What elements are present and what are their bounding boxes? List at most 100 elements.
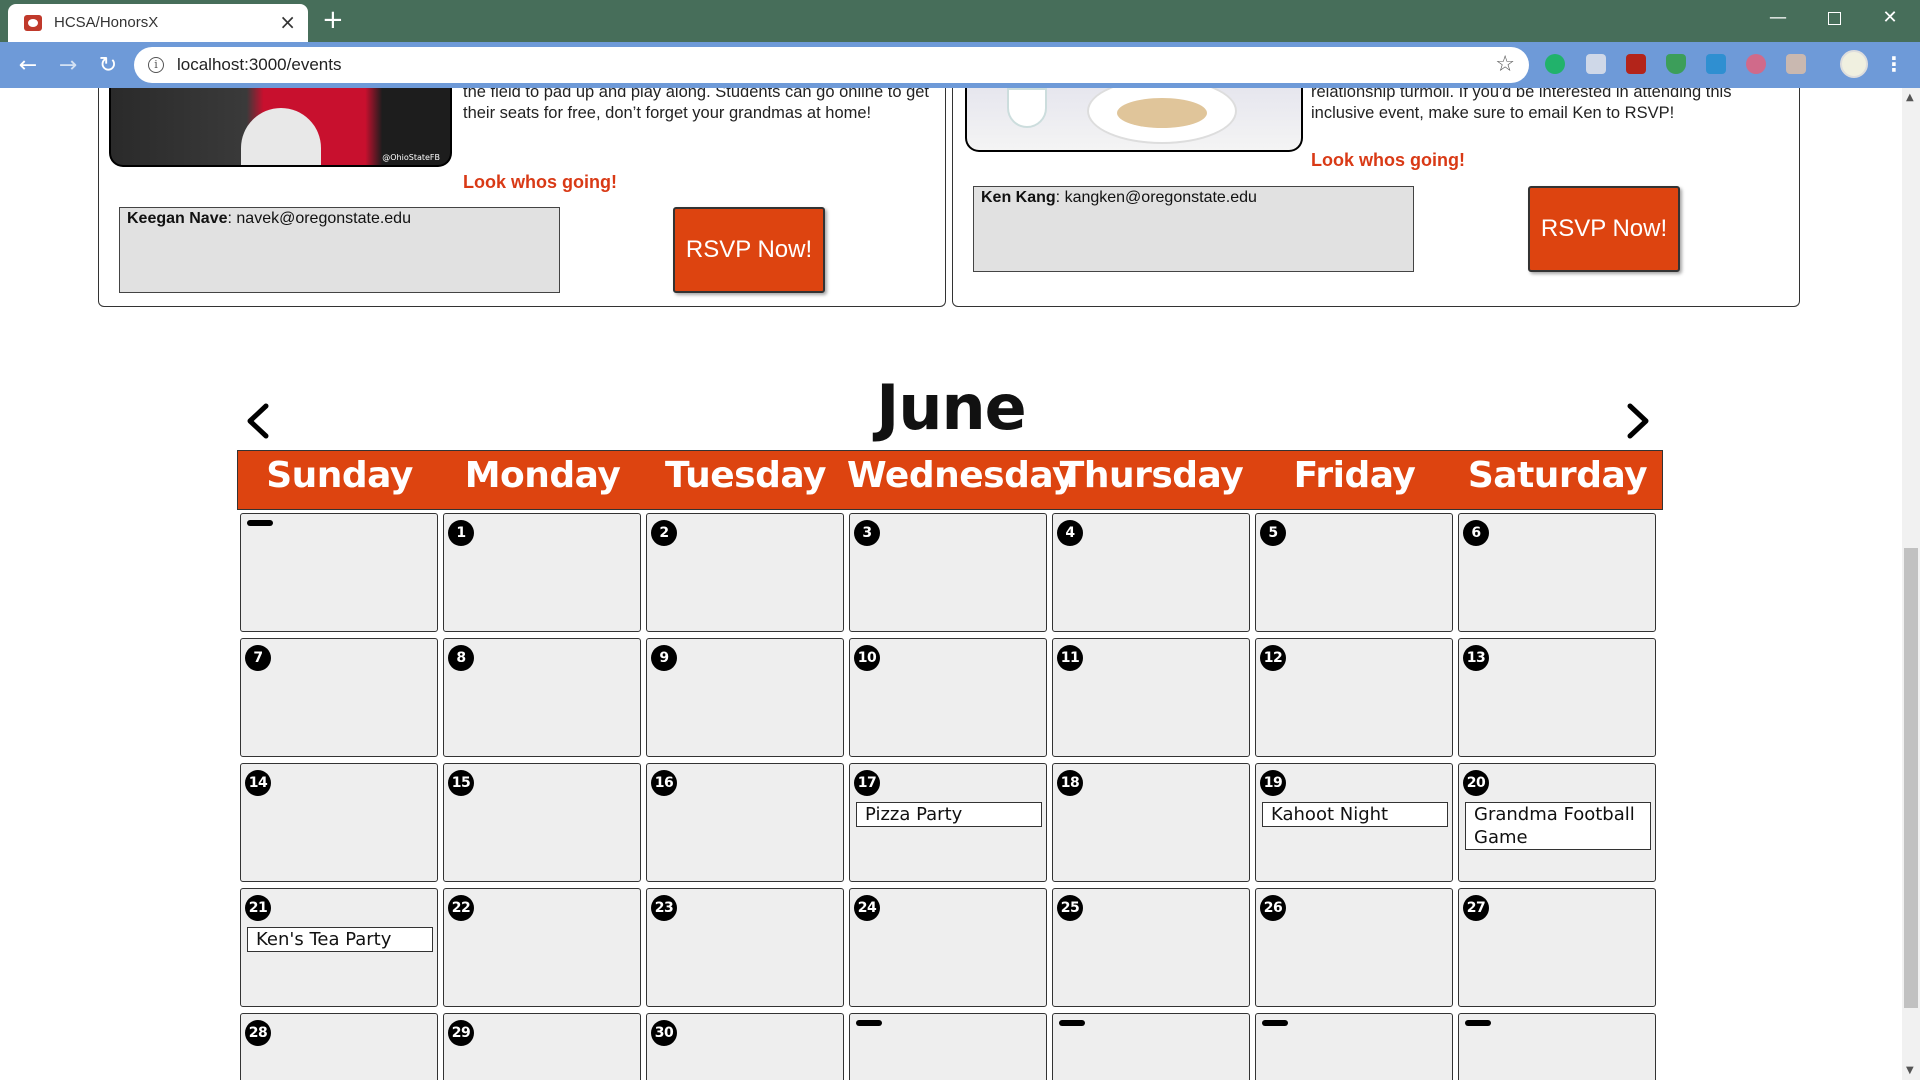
chevron-right-icon[interactable] xyxy=(1620,398,1656,444)
event-description: relationship turmoil. If you'd be intere… xyxy=(1311,88,1732,122)
scroll-down-icon[interactable]: ▼ xyxy=(1906,1065,1914,1076)
address-bar[interactable]: i localhost:3000/events ☆ xyxy=(134,47,1529,83)
calendar-day-cell[interactable]: 24 xyxy=(849,888,1047,1007)
extension-icon[interactable] xyxy=(1706,54,1726,74)
calendar-day-cell[interactable]: 13 xyxy=(1458,638,1656,757)
whos-going-label: Look whos going! xyxy=(1311,150,1465,170)
profile-icon[interactable] xyxy=(1840,50,1868,78)
calendar-day-cell[interactable]: 6 xyxy=(1458,513,1656,632)
puzzle-icon[interactable] xyxy=(1786,54,1806,74)
acrobat-icon[interactable] xyxy=(1626,54,1646,74)
calendar-day-cell[interactable]: 4 xyxy=(1052,513,1250,632)
calendar-day-cell[interactable]: 23 xyxy=(646,888,844,1007)
calendar-day-cell[interactable] xyxy=(1052,1013,1250,1080)
calendar-day-cell[interactable]: 15 xyxy=(443,763,641,882)
month-title: June xyxy=(876,371,1026,444)
back-icon[interactable]: ← xyxy=(14,52,42,80)
rsvp-button[interactable]: RSVP Now! xyxy=(1528,186,1680,272)
calendar-day-cell[interactable]: 3 xyxy=(849,513,1047,632)
event-image: @OhioStateFB xyxy=(109,88,452,167)
calendar-day-cell[interactable]: 26 xyxy=(1255,888,1453,1007)
calendar-day-cell[interactable]: 8 xyxy=(443,638,641,757)
reader-icon[interactable] xyxy=(1586,54,1606,74)
day-number: 17 xyxy=(854,770,880,796)
minimize-button[interactable]: — xyxy=(1750,0,1806,36)
rsvp-button[interactable]: RSVP Now! xyxy=(673,207,825,293)
day-number: 30 xyxy=(651,1020,677,1046)
scroll-up-icon[interactable]: ▲ xyxy=(1906,92,1914,103)
site-favicon-icon xyxy=(24,15,42,31)
shield-icon[interactable] xyxy=(1666,54,1686,74)
tab-close-icon[interactable]: × xyxy=(279,11,296,33)
calendar-day-cell[interactable]: 22 xyxy=(443,888,641,1007)
forward-icon[interactable]: → xyxy=(54,52,82,80)
calendar-event[interactable]: Kahoot Night xyxy=(1262,802,1448,827)
calendar-day-cell[interactable]: 12 xyxy=(1255,638,1453,757)
attendee-email: kangken@oregonstate.edu xyxy=(1064,189,1257,206)
calendar-event[interactable]: Grandma Football Game xyxy=(1465,802,1651,850)
calendar-day-cell[interactable]: 30 xyxy=(646,1013,844,1080)
day-number: 1 xyxy=(448,520,474,546)
calendar-day-cell[interactable]: 16 xyxy=(646,763,844,882)
weekday-tuesday: Tuesday xyxy=(665,455,827,496)
scroll-thumb[interactable] xyxy=(1904,548,1918,1008)
restore-button[interactable] xyxy=(1806,0,1862,36)
day-number: 4 xyxy=(1057,520,1083,546)
calendar-day-cell[interactable]: 1 xyxy=(443,513,641,632)
star-icon[interactable]: ☆ xyxy=(1495,52,1515,77)
url-text[interactable]: localhost:3000/events xyxy=(177,55,341,75)
menu-icon[interactable]: ⋮ xyxy=(1884,50,1904,78)
new-tab-button[interactable]: + xyxy=(322,5,344,35)
reload-icon[interactable]: ↻ xyxy=(94,52,122,80)
vertical-scrollbar[interactable]: ▲ ▼ xyxy=(1902,88,1920,1080)
weekday-friday: Friday xyxy=(1293,455,1416,496)
chevron-left-icon[interactable] xyxy=(240,398,276,444)
calendar-day-cell[interactable]: 21 Ken's Tea Party xyxy=(240,888,438,1007)
calendar-day-cell[interactable]: 5 xyxy=(1255,513,1453,632)
calendar-day-cell[interactable]: 27 xyxy=(1458,888,1656,1007)
day-number: 25 xyxy=(1057,895,1083,921)
info-icon[interactable]: i xyxy=(148,57,164,73)
calendar-day-cell[interactable] xyxy=(849,1013,1047,1080)
day-number: 10 xyxy=(854,645,880,671)
grammarly-icon[interactable] xyxy=(1545,54,1565,74)
food-graphic xyxy=(1117,98,1207,128)
calendar-day-cell[interactable]: 14 xyxy=(240,763,438,882)
calendar-event[interactable]: Ken's Tea Party xyxy=(247,927,433,952)
tab-title: HCSA/HonorsX xyxy=(54,14,159,31)
calendar-day-cell[interactable]: 19 Kahoot Night xyxy=(1255,763,1453,882)
weekday-monday: Monday xyxy=(464,455,621,496)
calendar-event[interactable]: Pizza Party xyxy=(856,802,1042,827)
glasses-icon[interactable] xyxy=(1746,54,1766,74)
calendar-day-cell[interactable]: 25 xyxy=(1052,888,1250,1007)
day-number: 5 xyxy=(1260,520,1286,546)
day-number: 6 xyxy=(1463,520,1489,546)
day-number: 26 xyxy=(1260,895,1286,921)
day-number: 20 xyxy=(1463,770,1489,796)
calendar-day-cell[interactable] xyxy=(1458,1013,1656,1080)
day-number: 13 xyxy=(1463,645,1489,671)
calendar-day-cell[interactable]: 29 xyxy=(443,1013,641,1080)
weekday-header: Sunday Monday Tuesday Wednesday Thursday… xyxy=(237,450,1663,510)
day-number: 29 xyxy=(448,1020,474,1046)
day-number: 2 xyxy=(651,520,677,546)
calendar-day-cell[interactable]: 9 xyxy=(646,638,844,757)
calendar-day-cell[interactable]: 17 Pizza Party xyxy=(849,763,1047,882)
event-description: the field to pad up and play along. Stud… xyxy=(463,88,930,122)
calendar-day-cell[interactable]: 10 xyxy=(849,638,1047,757)
calendar-day-cell[interactable] xyxy=(1255,1013,1453,1080)
calendar-day-cell[interactable]: 11 xyxy=(1052,638,1250,757)
day-number: 19 xyxy=(1260,770,1286,796)
day-number: 7 xyxy=(245,645,271,671)
calendar-day-cell[interactable]: 18 xyxy=(1052,763,1250,882)
calendar-day-cell[interactable]: 7 xyxy=(240,638,438,757)
calendar-day-cell[interactable]: 28 xyxy=(240,1013,438,1080)
day-number: 24 xyxy=(854,895,880,921)
image-watermark: @OhioStateFB xyxy=(382,153,440,162)
close-window-button[interactable]: ✕ xyxy=(1862,0,1918,36)
attendee-name: Ken Kang xyxy=(981,189,1056,206)
calendar-day-cell[interactable] xyxy=(240,513,438,632)
calendar-day-cell[interactable]: 2 xyxy=(646,513,844,632)
calendar-day-cell[interactable]: 20 Grandma Football Game xyxy=(1458,763,1656,882)
browser-tab[interactable]: HCSA/HonorsX × xyxy=(8,4,308,42)
